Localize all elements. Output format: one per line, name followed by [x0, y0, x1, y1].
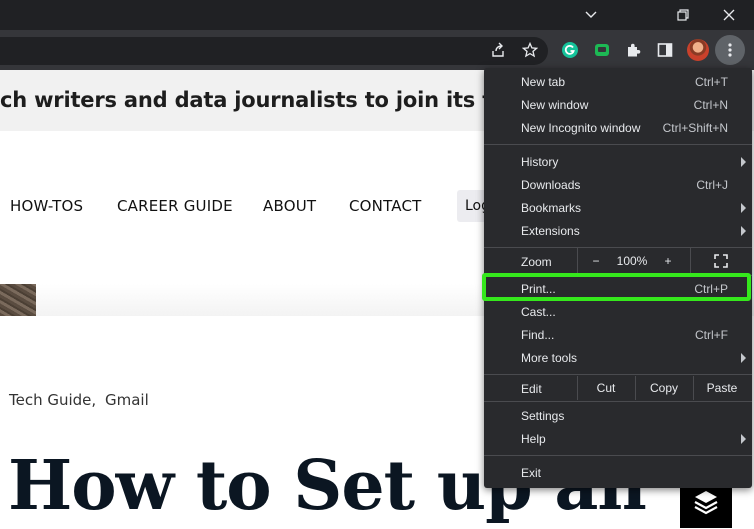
category-link[interactable]: Gmail: [105, 391, 149, 409]
kebab-menu-icon: [728, 43, 732, 57]
menu-separator: [484, 401, 752, 402]
address-bar[interactable]: [0, 37, 548, 65]
puzzle-icon: [628, 43, 641, 57]
menu-find[interactable]: Find... Ctrl+F: [484, 324, 752, 346]
menu-label: New window: [521, 98, 589, 112]
menu-separator: [484, 374, 752, 375]
bookmark-star-button[interactable]: [515, 30, 545, 70]
menu-label: New tab: [521, 75, 566, 89]
grammarly-button[interactable]: [555, 30, 585, 70]
title-bar: [0, 0, 754, 30]
menu-label: Exit: [521, 466, 542, 480]
menu-exit[interactable]: Exit: [484, 462, 752, 484]
restore-window-icon: [677, 9, 689, 21]
browser-toolbar: [0, 30, 754, 70]
fullscreen-icon: [714, 254, 728, 268]
menu-label: Cast...: [521, 305, 556, 319]
menu-label: Find...: [521, 328, 555, 342]
hero-image: [0, 284, 36, 316]
submenu-arrow-icon: [741, 157, 746, 167]
extensions-puzzle-button[interactable]: [619, 30, 649, 70]
menu-label: Edit: [521, 382, 542, 396]
category-link[interactable]: Tech Guide,: [9, 391, 96, 409]
menu-bookmarks[interactable]: Bookmarks: [484, 197, 752, 219]
menu-shortcut: Ctrl+J: [696, 178, 728, 192]
menu-label: More tools: [521, 351, 578, 365]
extension-icon: [595, 44, 609, 56]
menu-label: Bookmarks: [521, 201, 582, 215]
submenu-arrow-icon: [741, 353, 746, 363]
menu-separator: [484, 144, 752, 145]
chrome-menu-button[interactable]: [715, 35, 745, 65]
submenu-arrow-icon: [741, 434, 746, 444]
menu-downloads[interactable]: Downloads Ctrl+J: [484, 174, 752, 196]
submenu-arrow-icon: [741, 226, 746, 236]
side-panel-button[interactable]: [650, 30, 680, 70]
close-window-button[interactable]: [706, 0, 752, 30]
zoom-level: 100%: [616, 254, 648, 268]
menu-shortcut: Ctrl+N: [693, 98, 728, 112]
menu-edit-row: Edit Cut Copy Paste: [484, 376, 752, 400]
nav-about[interactable]: ABOUT: [263, 197, 316, 215]
menu-label: Downloads: [521, 178, 581, 192]
menu-more-tools[interactable]: More tools: [484, 347, 752, 369]
paste-button[interactable]: Paste: [693, 376, 751, 400]
menu-label: Extensions: [521, 224, 580, 238]
zoom-in-button[interactable]: +: [650, 248, 686, 274]
menu-help[interactable]: Help: [484, 428, 752, 450]
tab-search-button[interactable]: [568, 0, 614, 30]
avatar: [687, 39, 709, 61]
banner-text: ch writers and data journalists to join …: [0, 88, 521, 112]
profile-button[interactable]: [683, 30, 713, 70]
menu-history[interactable]: History: [484, 151, 752, 173]
post-categories: Tech Guide, Gmail: [9, 391, 153, 409]
extension-button[interactable]: [587, 30, 617, 70]
submenu-arrow-icon: [741, 203, 746, 213]
copy-button[interactable]: Copy: [635, 376, 693, 400]
share-button[interactable]: [483, 30, 513, 70]
menu-label: Help: [521, 432, 546, 446]
chevron-down-icon: [585, 11, 597, 18]
menu-label: Zoom: [521, 255, 552, 269]
menu-new-window[interactable]: New window Ctrl+N: [484, 94, 752, 116]
menu-shortcut: Ctrl+Shift+N: [662, 121, 728, 135]
menu-extensions[interactable]: Extensions: [484, 220, 752, 242]
nav-career-guide[interactable]: CAREER GUIDE: [117, 197, 233, 215]
menu-label: Settings: [521, 409, 565, 423]
close-icon: [723, 9, 735, 21]
layers-icon: [694, 491, 718, 515]
menu-cast[interactable]: Cast...: [484, 301, 752, 323]
print-highlight-box: [482, 273, 751, 301]
grammarly-icon: [562, 42, 578, 58]
menu-zoom-row: Zoom − 100% +: [484, 248, 752, 274]
menu-new-incognito[interactable]: New Incognito window Ctrl+Shift+N: [484, 117, 752, 139]
menu-shortcut: Ctrl+F: [695, 328, 728, 342]
menu-shortcut: Ctrl+T: [695, 75, 728, 89]
cut-button[interactable]: Cut: [577, 376, 635, 400]
menu-separator: [484, 455, 752, 456]
nav-howtos[interactable]: HOW-TOS: [10, 197, 83, 215]
star-icon: [522, 42, 538, 58]
menu-label: History: [521, 155, 559, 169]
fullscreen-button[interactable]: [691, 248, 751, 274]
share-icon: [492, 42, 504, 57]
menu-new-tab[interactable]: New tab Ctrl+T: [484, 71, 752, 93]
nav-contact[interactable]: CONTACT: [349, 197, 422, 215]
menu-settings[interactable]: Settings: [484, 405, 752, 427]
zoom-out-button[interactable]: −: [578, 248, 614, 274]
menu-label: New Incognito window: [521, 121, 641, 135]
restore-button[interactable]: [660, 0, 706, 30]
side-panel-icon: [657, 43, 673, 57]
